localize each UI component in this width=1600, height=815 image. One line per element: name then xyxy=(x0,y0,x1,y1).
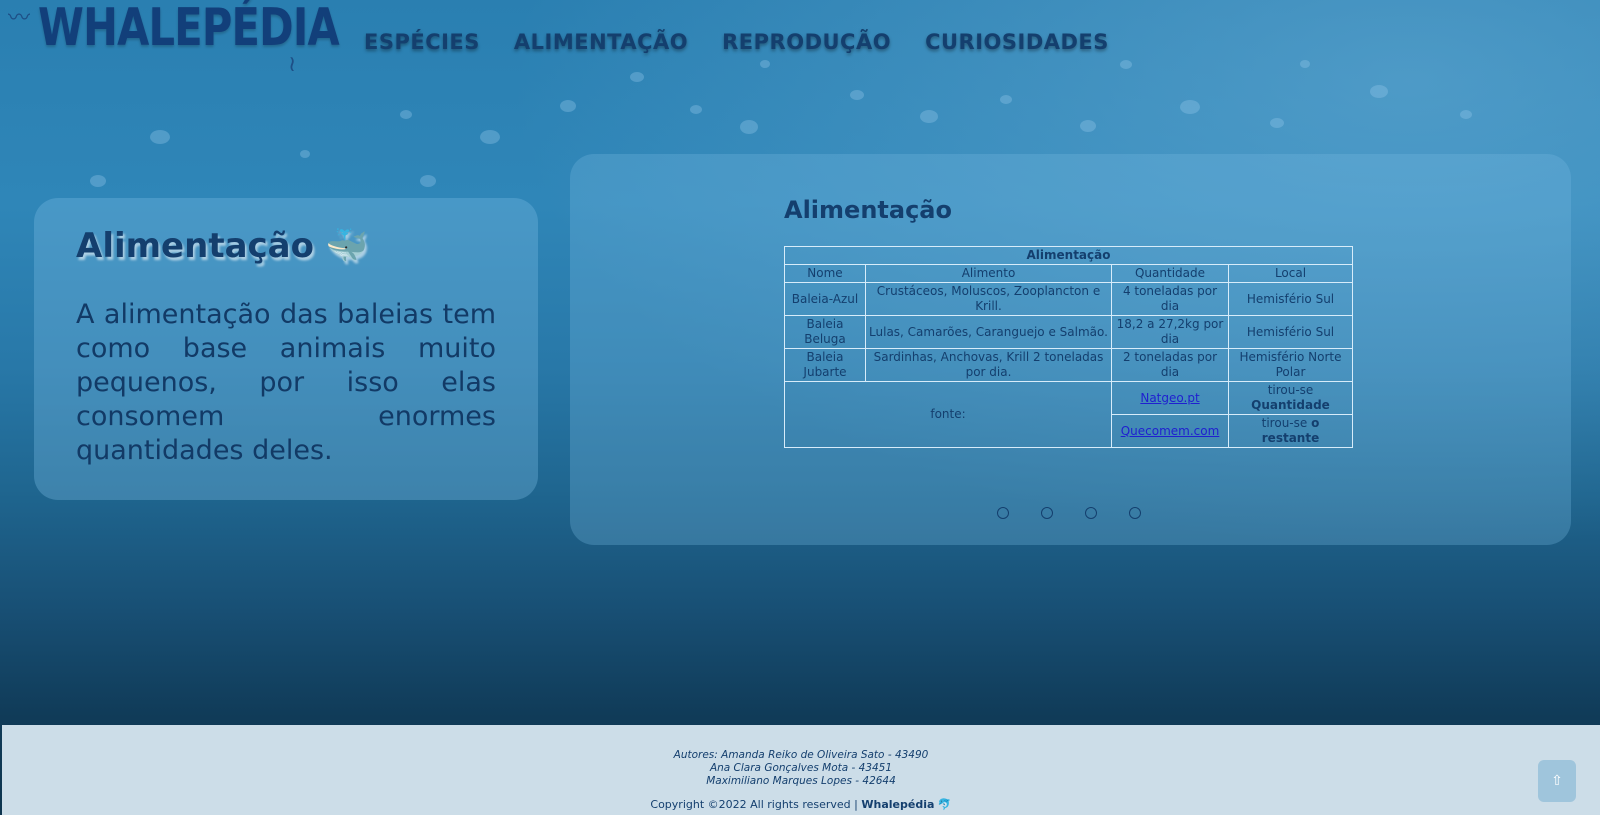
carousel-dot-1[interactable] xyxy=(997,507,1009,519)
source-note-prefix: tirou-se xyxy=(1267,383,1314,397)
cell-local: Hemisfério Sul xyxy=(1228,282,1353,316)
nav-curiosidades[interactable]: CURIOSIDADES xyxy=(925,30,1109,54)
carousel-title: Alimentação xyxy=(784,196,952,224)
cell-local: Hemisfério Norte Polar xyxy=(1228,348,1353,382)
author-line: Maximiliano Marques Lopes - 42644 xyxy=(706,775,896,787)
cell-quantidade: 4 toneladas por dia xyxy=(1111,282,1229,316)
nav-especies[interactable]: ESPÉCIES xyxy=(364,30,480,54)
cell-nome: Baleia Jubarte xyxy=(784,348,866,382)
table-row: Baleia Beluga Lulas, Camarões, Caranguej… xyxy=(784,315,1353,349)
source-note: tirou-se o restante xyxy=(1228,414,1353,448)
dolphin-icon: 🐬 xyxy=(937,798,952,811)
table-caption-row: Alimentação xyxy=(784,246,1353,265)
source-link-cell: Natgeo.pt xyxy=(1111,381,1229,415)
site-footer: Autores: Amanda Reiko de Oliveira Sato -… xyxy=(2,725,1600,815)
col-header-local: Local xyxy=(1228,264,1353,283)
carousel-dot-4[interactable] xyxy=(1129,507,1141,519)
copyright: Copyright ©2022 All rights reserved | Wh… xyxy=(2,798,1600,811)
nav-reproducao[interactable]: REPRODUÇÃO xyxy=(722,30,891,54)
cell-nome: Baleia Beluga xyxy=(784,315,866,349)
table-row: Baleia Jubarte Sardinhas, Anchovas, Kril… xyxy=(784,348,1353,382)
back-to-top-button[interactable]: ⇧ xyxy=(1538,760,1576,802)
table-row: Baleia-Azul Crustáceos, Moluscos, Zoopla… xyxy=(784,282,1353,316)
authors: Autores: Amanda Reiko de Oliveira Sato -… xyxy=(2,749,1600,788)
tail-icon: ≀ xyxy=(288,52,297,77)
copyright-text: Copyright ©2022 All rights reserved | xyxy=(650,798,858,811)
natgeo-link[interactable]: Natgeo.pt xyxy=(1140,391,1199,405)
source-note-prefix: tirou-se xyxy=(1261,416,1308,430)
source-note: tirou-se Quantidade xyxy=(1228,381,1353,415)
cell-nome: Baleia-Azul xyxy=(784,282,866,316)
main-nav: ESPÉCIES ALIMENTAÇÃO REPRODUÇÃO CURIOSID… xyxy=(364,30,1109,54)
source-label: fonte: xyxy=(784,381,1112,448)
nav-alimentacao[interactable]: ALIMENTAÇÃO xyxy=(514,30,688,54)
splash-icon: 〰 xyxy=(8,6,31,31)
author-line: Ana Clara Gonçalves Mota - 43451 xyxy=(709,762,893,774)
author-line: Autores: Amanda Reiko de Oliveira Sato -… xyxy=(673,749,929,761)
cell-alimento: Lulas, Camarões, Caranguejo e Salmão. xyxy=(865,315,1112,349)
source-link-cell: Quecomem.com xyxy=(1111,414,1229,448)
carousel-dot-3[interactable] xyxy=(1085,507,1097,519)
table-header-row: Nome Alimento Quantidade Local xyxy=(784,264,1353,283)
source-row: fonte: Natgeo.pt tirou-se Quantidade xyxy=(784,381,1353,448)
carousel-dots xyxy=(997,507,1141,519)
col-header-quantidade: Quantidade xyxy=(1111,264,1229,283)
table-caption: Alimentação xyxy=(784,246,1353,265)
col-header-alimento: Alimento xyxy=(865,264,1112,283)
quecomem-link[interactable]: Quecomem.com xyxy=(1121,424,1220,438)
site-logo[interactable]: WHALEPÉDIA xyxy=(38,0,340,58)
cell-alimento: Sardinhas, Anchovas, Krill 2 toneladas p… xyxy=(865,348,1112,382)
intro-text: A alimentação das baleias tem como base … xyxy=(76,299,496,466)
carousel: Alimentação Alimentação Nome Alimento Qu… xyxy=(570,154,1571,545)
cell-quantidade: 18,2 a 27,2kg por dia xyxy=(1111,315,1229,349)
source-note-bold: Quantidade xyxy=(1251,398,1330,412)
site-header: 〰 WHALEPÉDIA ≀ ESPÉCIES ALIMENTAÇÃO REPR… xyxy=(0,0,1600,90)
footer-brand: Whalepédia xyxy=(861,798,935,811)
feeding-table: Alimentação Nome Alimento Quantidade Loc… xyxy=(784,246,1353,448)
arrow-up-icon: ⇧ xyxy=(1551,773,1563,789)
carousel-dot-2[interactable] xyxy=(1041,507,1053,519)
col-header-nome: Nome xyxy=(784,264,866,283)
cell-local: Hemisfério Sul xyxy=(1228,315,1353,349)
cell-alimento: Crustáceos, Moluscos, Zooplancton e Kril… xyxy=(865,282,1112,316)
intro-card: Alimentação 🐳 A alimentação das baleias … xyxy=(34,198,538,500)
intro-title: Alimentação 🐳 xyxy=(76,226,369,266)
cell-quantidade: 2 toneladas por dia xyxy=(1111,348,1229,382)
